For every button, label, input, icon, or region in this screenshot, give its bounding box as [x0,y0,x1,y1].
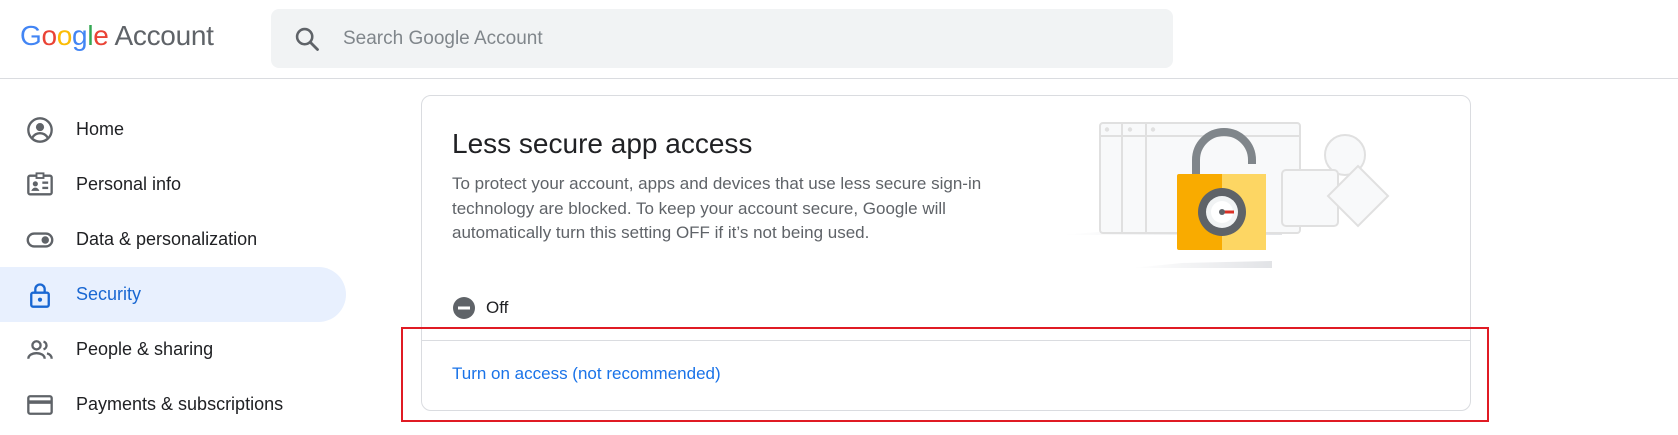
product-name: Account [114,20,214,51]
card-divider [422,340,1470,341]
access-status: Off [452,296,508,320]
sidebar-item-home[interactable]: Home [0,102,346,157]
turn-on-access-link[interactable]: Turn on access (not recommended) [452,364,721,384]
sidebar-item-people-sharing[interactable]: People & sharing [0,322,346,377]
search-icon[interactable] [293,25,321,53]
card-title: Less secure app access [452,128,753,159]
sidebar-item-label: Home [76,119,125,139]
google-account-logo[interactable]: Google Account [20,20,214,52]
id-card-icon [27,172,53,196]
credit-card-icon [27,395,53,415]
toggle-icon [26,232,54,248]
sidebar-item-label: Data & personalization [76,229,258,249]
less-secure-app-access-card: Less secure app access To protect your a… [421,95,1471,411]
search-input[interactable] [343,9,1143,68]
sidebar-item-security[interactable]: Security [0,267,346,322]
google-wordmark: Google [20,20,109,51]
sidebar-item-personal-info[interactable]: Personal info [0,157,346,212]
account-circle-icon [27,117,53,143]
lock-icon [30,283,50,308]
sidebar-item-label: Payments & subscriptions [76,394,284,414]
sidebar-item-label: People & sharing [76,339,214,359]
unlocked-padlock-illustration [1062,122,1390,268]
card-description: To protect your account, apps and device… [452,174,982,242]
status-label: Off [486,298,509,317]
minus-circle-icon [453,297,475,319]
sidebar-item-data-personalization[interactable]: Data & personalization [0,212,346,267]
sidebar-item-payments-subscriptions[interactable]: Payments & subscriptions [0,377,346,432]
search-box[interactable] [271,9,1173,68]
sidebar-item-label: Personal info [76,174,182,194]
people-icon [27,340,53,359]
sidebar-nav: Home Personal info Data & personalizatio… [0,102,346,432]
top-bar: Google Account [0,0,1678,79]
sidebar-item-label: Security [76,284,142,304]
